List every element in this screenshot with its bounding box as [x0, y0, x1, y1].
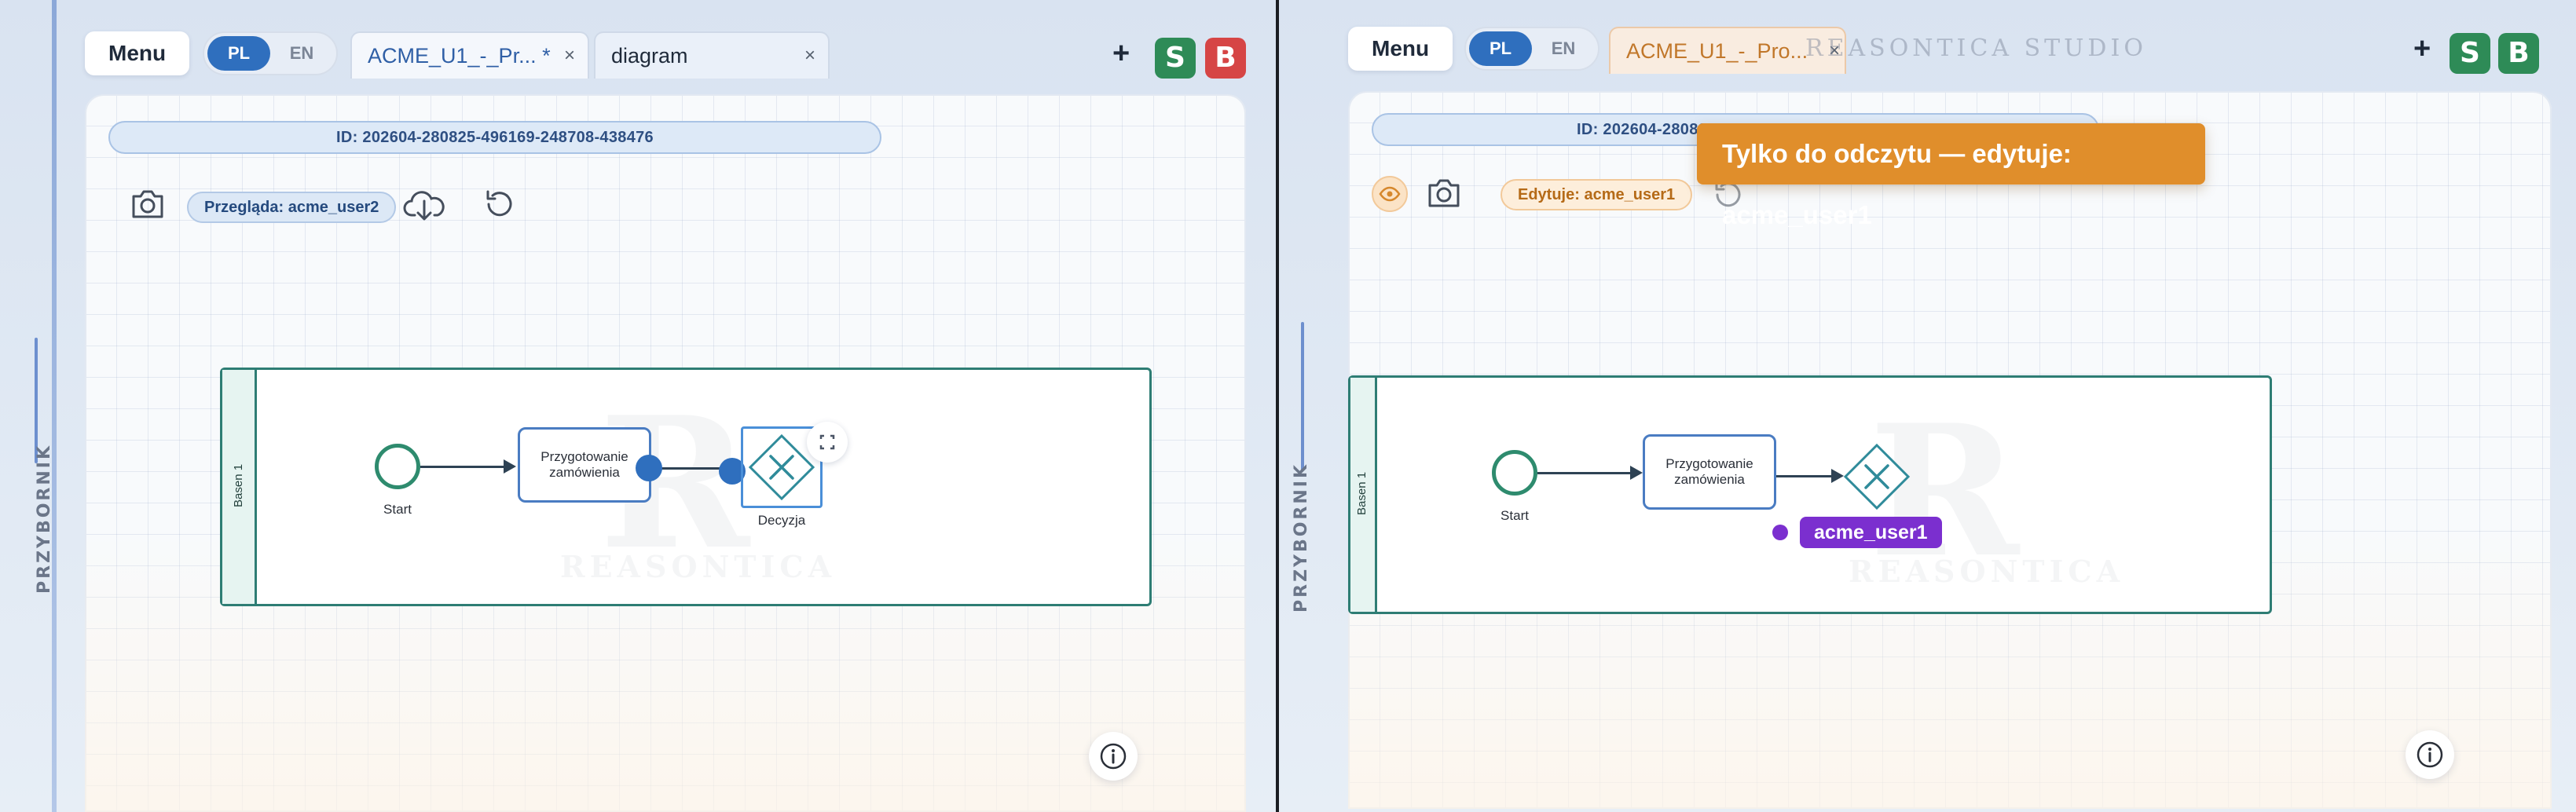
undo-icon[interactable]	[481, 187, 517, 223]
info-icon	[2417, 741, 2443, 768]
start-label: Start	[1501, 508, 1529, 523]
start-event[interactable]	[1492, 450, 1537, 496]
avatar-s[interactable]: S	[2450, 33, 2490, 74]
language-switch[interactable]: PL EN	[203, 31, 338, 75]
tab-label: ACME_U1_-_Pro...	[1626, 39, 1808, 63]
gateway-icon[interactable]	[1842, 442, 1911, 511]
camera-icon[interactable]	[129, 187, 167, 221]
language-switch[interactable]: PL EN	[1464, 27, 1599, 71]
toolbox-handle[interactable]	[1301, 322, 1304, 471]
diagram-canvas[interactable]: ID: 202604-280825-496169-248708-438476 E…	[1348, 91, 2552, 809]
cloud-download-icon[interactable]	[402, 187, 446, 223]
gateway-label: Decyzja	[757, 513, 806, 528]
start-label: Start	[383, 502, 412, 517]
diagram-id-bar: ID: 202604-280825-496169-248708-438476	[108, 121, 881, 154]
connect-handle[interactable]	[636, 455, 662, 481]
avatar-s[interactable]: S	[1155, 38, 1196, 79]
pool[interactable]: Basen 1 R REASONTICA Start Przygotowanie…	[1348, 375, 2272, 614]
menu-button[interactable]: Menu	[85, 31, 190, 75]
editor-window-right: PRZYBORNIK Menu PL EN ACME_U1_-_Pro... ×…	[1279, 0, 2576, 812]
eye-icon	[1379, 186, 1401, 202]
pool-header[interactable]: Basen 1	[222, 370, 257, 604]
close-icon[interactable]: ×	[804, 33, 815, 79]
pool-name: Basen 1	[232, 463, 245, 507]
sequence-flow[interactable]	[651, 467, 730, 470]
pool-header[interactable]: Basen 1	[1350, 378, 1377, 612]
toolbox-rail[interactable]: PRZYBORNIK	[11, 110, 61, 812]
tab-label: diagram	[611, 44, 688, 68]
toolbox-label: PRZYBORNIK	[1292, 462, 1311, 613]
info-icon	[1100, 743, 1127, 770]
sequence-flow[interactable]	[420, 466, 505, 468]
menu-button[interactable]: Menu	[1348, 27, 1453, 71]
toolbox-label: PRZYBORNIK	[35, 443, 54, 594]
watermark-text: REASONTICA	[560, 549, 837, 584]
toolbox-rail[interactable]: PRZYBORNIK	[1279, 110, 1329, 812]
status-badge: Edytuje: acme_user1	[1501, 179, 1693, 210]
expand-icon[interactable]	[807, 422, 848, 463]
new-tab-button[interactable]: +	[1112, 36, 1130, 71]
diagram-canvas[interactable]: ID: 202604-280825-496169-248708-438476 P…	[85, 94, 1246, 812]
read-only-toast: Tylko do odczytu — edytuje: acme_user1	[1697, 123, 2205, 229]
avatar-b[interactable]: B	[2498, 33, 2539, 74]
camera-icon[interactable]	[1425, 176, 1463, 210]
remote-cursor-label: acme_user1	[1800, 517, 1942, 548]
sequence-flow[interactable]	[1537, 472, 1632, 474]
pool-name: Basen 1	[1355, 471, 1369, 515]
sequence-flow[interactable]	[1776, 475, 1833, 477]
gateway-icon[interactable]	[747, 433, 816, 502]
tab-acme-diagram[interactable]: ACME_U1_-_Pr... * ×	[350, 31, 589, 79]
tab-label: ACME_U1_-_Pr... *	[368, 44, 551, 68]
task-prepare-order[interactable]: Przygotowanie zamówienia	[518, 427, 651, 503]
lang-pl-option[interactable]: PL	[1469, 31, 1532, 66]
top-bar: Menu PL EN ACME_U1_-_Pr... * × diagram ×…	[0, 31, 1276, 82]
arrow-head	[1630, 466, 1643, 480]
watermark-text: REASONTICA	[1849, 554, 2125, 589]
lang-en-option[interactable]: EN	[1532, 31, 1595, 66]
lang-en-option[interactable]: EN	[270, 36, 333, 71]
tab-diagram[interactable]: diagram ×	[594, 31, 830, 79]
avatar-b[interactable]: B	[1205, 38, 1246, 79]
new-tab-button[interactable]: +	[2413, 31, 2431, 66]
close-icon[interactable]: ×	[564, 33, 575, 79]
lang-pl-option[interactable]: PL	[207, 36, 270, 71]
task-prepare-order[interactable]: Przygotowanie zamówienia	[1643, 434, 1776, 510]
status-badge: Przegląda: acme_user2	[187, 192, 397, 223]
brand-watermark: REASONTICA STUDIO	[1805, 35, 2147, 62]
arrow-head	[504, 459, 516, 474]
start-event[interactable]	[375, 444, 420, 489]
remote-cursor-dot	[1772, 525, 1788, 540]
editor-window-left: PRZYBORNIK Menu PL EN ACME_U1_-_Pr... * …	[0, 0, 1276, 812]
info-button[interactable]	[2406, 730, 2454, 779]
pool[interactable]: Basen 1 R REASONTICA Start Przygotowanie…	[220, 368, 1152, 606]
read-only-badge	[1372, 176, 1408, 212]
info-button[interactable]	[1089, 732, 1138, 781]
